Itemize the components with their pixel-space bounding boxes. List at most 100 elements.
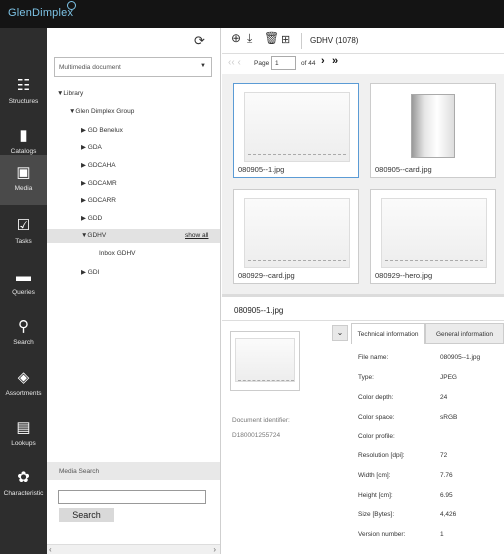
prop-label-color-depth: Color depth: (358, 394, 394, 401)
library-tree-panel: ⟳ Multimedia document ▼ ▼Library ▼Glen D… (47, 28, 221, 554)
heater-vents (248, 260, 346, 263)
nav-search[interactable]: ⚲ Search (0, 309, 47, 359)
heater-vents (385, 260, 483, 263)
page-number-input[interactable]: 1 (271, 56, 296, 70)
add-icon[interactable]: ⊕ (231, 31, 241, 45)
prop-value-color-depth: 24 (440, 394, 448, 401)
tree-node-gdcaha[interactable]: ▶ GDCAHA (81, 161, 116, 175)
prop-value-type: JPEG (440, 374, 457, 381)
heater-vents (248, 154, 346, 157)
queries-icon: ▬ (16, 268, 31, 285)
structures-icon: ☷ (16, 77, 31, 94)
toolbar-separator (301, 33, 302, 49)
prop-value-color-space: sRGB (440, 414, 458, 421)
document-identifier-label: Document identifier: (232, 417, 290, 424)
document-type-value: Multimedia document (59, 64, 121, 71)
collapse-chevron-icon[interactable]: ⌄ (332, 325, 348, 341)
tree-node-gda[interactable]: ▶ GDA (81, 143, 102, 157)
scroll-left-icon[interactable]: ‹ (49, 545, 52, 554)
nav-structures[interactable]: ☷ Structures (0, 68, 47, 118)
page-count: of 44 (301, 60, 316, 67)
horizontal-scrollbar[interactable]: ‹ › (47, 544, 220, 554)
tree-node-library[interactable]: ▼Library (57, 90, 83, 104)
nav-label-queries: Queries (12, 289, 35, 296)
prop-value-file-name: 080905--1.jpg (440, 354, 481, 361)
prop-value-height: 6.95 (440, 492, 453, 499)
media-main-panel: ⊕ ⤓ 🗑 ⊞ GDHV (1078) ‹‹ ‹ Page 1 of 44 › … (222, 28, 504, 554)
last-page-icon[interactable]: » (332, 55, 338, 67)
next-page-icon[interactable]: › (321, 55, 325, 67)
tasks-icon: ☑ (16, 217, 31, 234)
thumbnail-card[interactable]: 080905--1.jpg (233, 83, 359, 178)
left-navigation: ☷ Structures ▮ Catalogs ▣ Media ☑ Tasks … (0, 28, 47, 554)
thumbnail-card[interactable]: 080905--card.jpg (370, 83, 496, 178)
heater-front-image (244, 92, 350, 162)
heater-front-image (244, 198, 350, 268)
download-icon[interactable]: ⤓ (247, 31, 252, 46)
brand-logo: GlenDimplex (8, 7, 74, 19)
nav-characteristic[interactable]: ✿ Characteristic (0, 460, 47, 510)
tree-node-gdhv[interactable]: ▼GDHV (81, 232, 106, 246)
thumbnail-grid: 080905--1.jpg 080905--card.jpg 080929--c… (222, 74, 504, 294)
first-prev-page-icon[interactable]: ‹‹ ‹ (228, 57, 241, 68)
thumbnail-card[interactable]: 080929--hero.jpg (370, 189, 496, 284)
thumbnail-label: 080929--card.jpg (238, 271, 295, 280)
media-search-input[interactable] (58, 490, 206, 504)
nav-lookups[interactable]: ▤ Lookups (0, 410, 47, 460)
heater-side-image (411, 94, 455, 158)
tab-general-information[interactable]: General information (425, 323, 504, 344)
prop-label-version: Version number: (358, 531, 406, 538)
tree-node-glen-dimplex-group[interactable]: ▼Glen Dimplex Group (69, 108, 134, 122)
nav-label-tasks: Tasks (15, 238, 32, 245)
prop-label-height: Height [cm]: (358, 492, 393, 499)
show-all-link[interactable]: show all (185, 232, 208, 239)
document-type-select[interactable]: Multimedia document ▼ (54, 57, 212, 77)
nav-label-structures: Structures (8, 98, 39, 105)
prop-label-type: Type: (358, 374, 374, 381)
nav-label-media: Media (14, 185, 33, 192)
prop-label-color-space: Color space: (358, 414, 395, 421)
prop-label-file-name: File name: (358, 354, 389, 361)
top-bar: GlenDimplex (0, 0, 504, 28)
prop-value-size: 4,426 (440, 511, 457, 518)
nav-media[interactable]: ▣ Media (0, 155, 47, 205)
detail-divider (222, 320, 504, 321)
thumbnail-card[interactable]: 080929--card.jpg (233, 189, 359, 284)
logo-mark-icon (67, 1, 76, 10)
characteristic-icon: ✿ (17, 469, 30, 486)
folder-title: GDHV (1078) (310, 36, 359, 45)
tree-node-gdcamr[interactable]: ▶ GDCAMR (81, 179, 117, 193)
prop-label-width: Width [cm]: (358, 472, 391, 479)
media-toolbar: ⊕ ⤓ 🗑 ⊞ GDHV (1078) (222, 28, 504, 54)
tree-node-gdd[interactable]: ▶ GDD (81, 214, 102, 228)
prop-label-resolution: Resolution [dpi]: (358, 452, 405, 459)
thumbnail-label: 080905--card.jpg (375, 165, 432, 174)
nav-label-characteristic: Characteristic (3, 490, 44, 497)
detail-title: 080905--1.jpg (234, 306, 284, 315)
nav-label-assortments: Assortments (5, 390, 42, 397)
hierarchy-icon[interactable]: ⊞ (281, 33, 290, 46)
refresh-icon[interactable]: ⟳ (194, 33, 205, 49)
nav-label-lookups: Lookups (11, 440, 36, 447)
media-search-header: Media Search (47, 462, 220, 480)
pager: ‹‹ ‹ Page 1 of 44 › » (222, 55, 504, 73)
nav-assortments[interactable]: ◈ Assortments (0, 360, 47, 410)
nav-queries[interactable]: ▬ Queries (0, 259, 47, 309)
prop-label-color-profile: Color profile: (358, 433, 395, 440)
search-button[interactable]: Search (59, 508, 114, 522)
thumbnail-label: 080929--hero.jpg (375, 271, 433, 280)
tree-node-gdi[interactable]: ▶ GDI (81, 268, 99, 282)
tree-node-inbox-gdhv[interactable]: Inbox GDHV (99, 250, 136, 264)
nav-label-search: Search (13, 339, 34, 346)
scroll-right-icon[interactable]: › (213, 545, 216, 554)
tree-node-gd-benelux[interactable]: ▶ GD Benelux (81, 126, 123, 140)
delete-icon[interactable]: 🗑 (264, 31, 279, 45)
nav-tasks[interactable]: ☑ Tasks (0, 208, 47, 258)
prop-value-version: 1 (440, 531, 444, 538)
nav-label-catalogs: Catalogs (10, 148, 37, 155)
chevron-down-icon: ▼ (200, 63, 206, 69)
tab-technical-information[interactable]: Technical information (351, 323, 425, 344)
tree-node-gdcarr[interactable]: ▶ GDCARR (81, 196, 116, 210)
search-icon: ⚲ (18, 318, 29, 335)
panel-splitter[interactable] (222, 294, 504, 297)
